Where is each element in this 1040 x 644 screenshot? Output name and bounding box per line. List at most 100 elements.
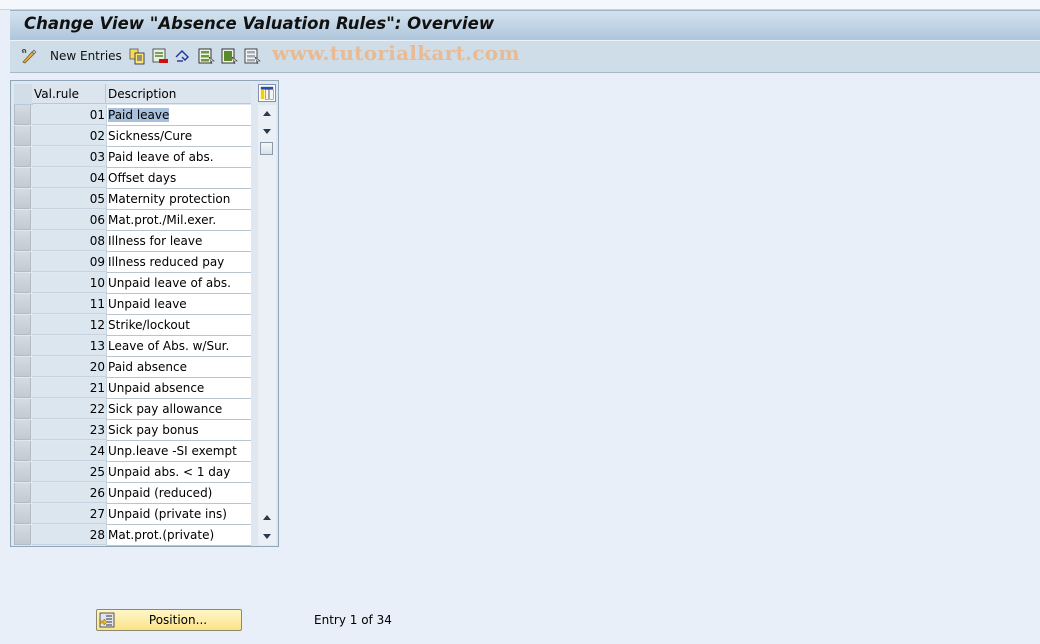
table-row: 06 Mat.prot./Mil.exer. xyxy=(14,210,251,231)
cell-val-rule: 09 xyxy=(32,252,106,272)
row-selector[interactable] xyxy=(14,483,31,503)
cell-val-rule: 27 xyxy=(32,504,106,524)
row-selector[interactable] xyxy=(14,126,31,146)
table-row: 09 Illness reduced pay xyxy=(14,252,251,273)
new-entries-button[interactable]: New Entries xyxy=(50,49,122,63)
row-selector[interactable] xyxy=(14,294,31,314)
row-selector[interactable] xyxy=(14,420,31,440)
cell-description[interactable]: Sick pay bonus xyxy=(106,420,251,441)
row-selector[interactable] xyxy=(14,273,31,293)
row-selector[interactable] xyxy=(14,504,31,524)
select-all-icon[interactable] xyxy=(197,47,215,65)
cell-description[interactable]: Unpaid absence xyxy=(106,378,251,399)
table-row: 20 Paid absence xyxy=(14,357,251,378)
cell-description[interactable]: Paid leave xyxy=(106,105,251,126)
table-settings-icon[interactable] xyxy=(258,84,276,102)
cell-description[interactable]: Unpaid (private ins) xyxy=(106,504,251,525)
display-change-icon[interactable] xyxy=(20,47,38,65)
table-row: 24 Unp.leave -SI exempt xyxy=(14,441,251,462)
cell-description[interactable]: Paid absence xyxy=(106,357,251,378)
entry-counter: Entry 1 of 34 xyxy=(314,613,392,627)
undo-change-icon[interactable] xyxy=(174,47,192,65)
row-selector[interactable] xyxy=(14,441,31,461)
row-selector[interactable] xyxy=(14,462,31,482)
cell-val-rule: 01 xyxy=(32,105,106,125)
vertical-scrollbar[interactable] xyxy=(258,105,276,545)
cell-description[interactable]: Mat.prot.(private) xyxy=(106,525,251,546)
row-selector[interactable] xyxy=(14,210,31,230)
cell-val-rule: 22 xyxy=(32,399,106,419)
table-row: 04 Offset days xyxy=(14,168,251,189)
cell-val-rule: 10 xyxy=(32,273,106,293)
position-button-label: Position... xyxy=(148,613,208,627)
table-row: 05 Maternity protection xyxy=(14,189,251,210)
scroll-up-button[interactable] xyxy=(259,107,275,121)
row-selector[interactable] xyxy=(14,315,31,335)
cell-description[interactable]: Sickness/Cure xyxy=(106,126,251,147)
cell-description[interactable]: Sick pay allowance xyxy=(106,399,251,420)
position-button[interactable]: Position... xyxy=(96,609,242,631)
cell-description[interactable]: Paid leave of abs. xyxy=(106,147,251,168)
row-selector[interactable] xyxy=(14,357,31,377)
table-row: 26 Unpaid (reduced) xyxy=(14,483,251,504)
row-selector[interactable] xyxy=(14,105,31,125)
cell-description[interactable]: Maternity protection xyxy=(106,189,251,210)
row-selector[interactable] xyxy=(14,378,31,398)
column-header-val-rule[interactable]: Val.rule xyxy=(32,84,106,104)
row-selector[interactable] xyxy=(14,147,31,167)
row-selector[interactable] xyxy=(14,231,31,251)
cell-description[interactable]: Unpaid leave of abs. xyxy=(106,273,251,294)
cell-description[interactable]: Unpaid (reduced) xyxy=(106,483,251,504)
copy-icon[interactable] xyxy=(128,47,146,65)
window-top-strip xyxy=(0,0,1040,10)
row-selector[interactable] xyxy=(14,336,31,356)
table-row: 08 Illness for leave xyxy=(14,231,251,252)
scroll-page-up-button[interactable] xyxy=(259,511,275,525)
row-selector[interactable] xyxy=(14,399,31,419)
cell-val-rule: 11 xyxy=(32,294,106,314)
cell-description[interactable]: Leave of Abs. w/Sur. xyxy=(106,336,251,357)
page-title: Change View "Absence Valuation Rules": O… xyxy=(24,14,495,33)
cell-description[interactable]: Illness reduced pay xyxy=(106,252,251,273)
table-row: 12 Strike/lockout xyxy=(14,315,251,336)
cell-description[interactable]: Strike/lockout xyxy=(106,315,251,336)
cell-description[interactable]: Unpaid leave xyxy=(106,294,251,315)
table-row: 21 Unpaid absence xyxy=(14,378,251,399)
cell-description[interactable]: Offset days xyxy=(106,168,251,189)
cell-val-rule: 21 xyxy=(32,378,106,398)
cell-val-rule: 20 xyxy=(32,357,106,377)
column-header-description[interactable]: Description xyxy=(106,84,251,104)
table-row: 01 Paid leave xyxy=(14,105,251,126)
cell-val-rule: 08 xyxy=(32,231,106,251)
select-all-rows-header[interactable] xyxy=(14,84,33,105)
cell-val-rule: 26 xyxy=(32,483,106,503)
cell-description[interactable]: Unp.leave -SI exempt xyxy=(106,441,251,462)
cell-val-rule: 24 xyxy=(32,441,106,461)
cell-val-rule: 03 xyxy=(32,147,106,167)
deselect-all-icon[interactable] xyxy=(243,47,261,65)
row-selector[interactable] xyxy=(14,252,31,272)
row-selector[interactable] xyxy=(14,525,31,545)
cell-val-rule: 25 xyxy=(32,462,106,482)
cell-description[interactable]: Illness for leave xyxy=(106,231,251,252)
selected-text: Paid leave xyxy=(108,108,170,122)
cell-val-rule: 12 xyxy=(32,315,106,335)
delete-icon[interactable] xyxy=(151,47,169,65)
cell-val-rule: 28 xyxy=(32,525,106,545)
row-selector[interactable] xyxy=(14,189,31,209)
table-row: 23 Sick pay bonus xyxy=(14,420,251,441)
row-selector[interactable] xyxy=(14,168,31,188)
scroll-page-down-button[interactable] xyxy=(259,124,275,138)
table-row: 02 Sickness/Cure xyxy=(14,126,251,147)
cell-val-rule: 05 xyxy=(32,189,106,209)
select-block-icon[interactable] xyxy=(220,47,238,65)
scrollbar-thumb[interactable] xyxy=(260,142,273,155)
table-row: 10 Unpaid leave of abs. xyxy=(14,273,251,294)
title-bar: Change View "Absence Valuation Rules": O… xyxy=(10,10,1040,40)
scroll-down-button[interactable] xyxy=(259,529,275,543)
table-row: 25 Unpaid abs. < 1 day xyxy=(14,462,251,483)
table-rows: 01 Paid leave 02 Sickness/Cure 03 Paid leave … xyxy=(14,105,251,546)
cell-description[interactable]: Mat.prot./Mil.exer. xyxy=(106,210,251,231)
cell-description[interactable]: Unpaid abs. < 1 day xyxy=(106,462,251,483)
table-row: 28 Mat.prot.(private) xyxy=(14,525,251,546)
